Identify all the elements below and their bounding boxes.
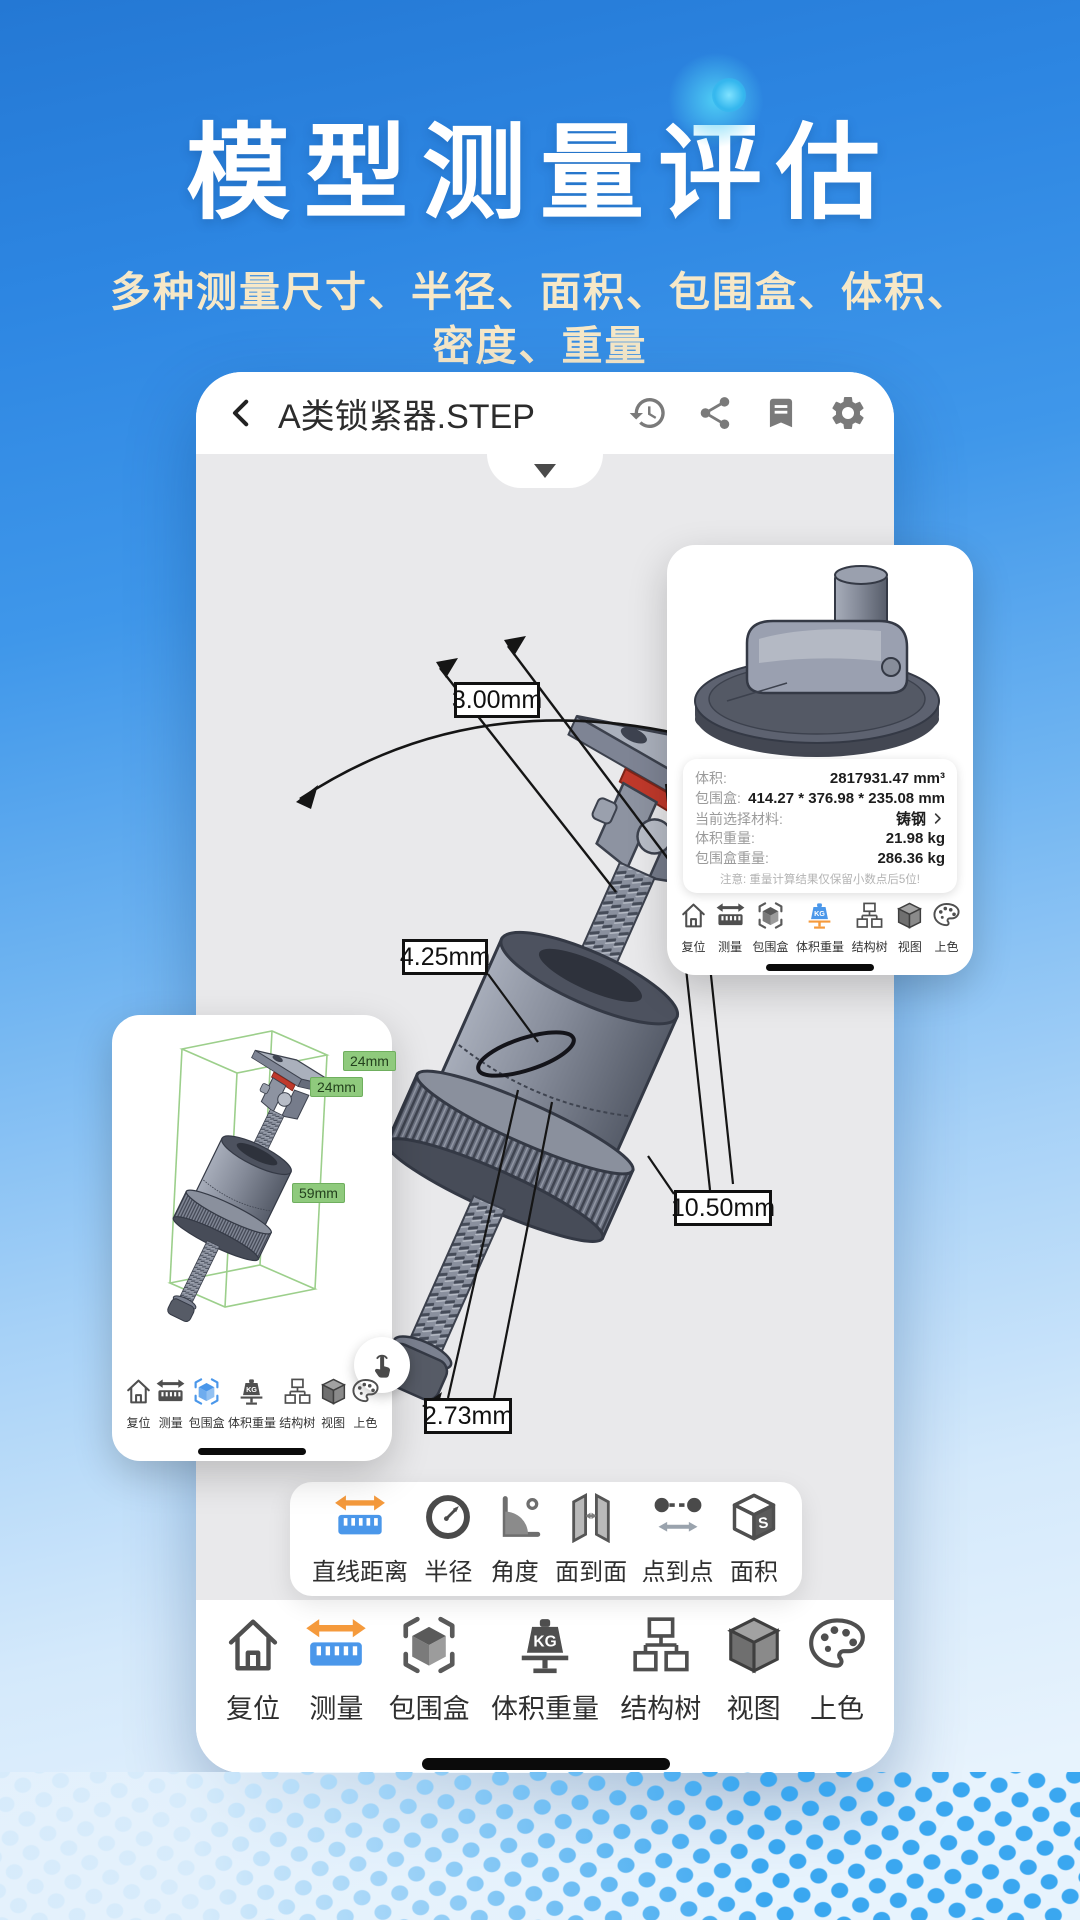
toolbar-item-color[interactable]: 上色 (351, 1377, 380, 1431)
measurement-label: 2.73mm (423, 1398, 513, 1434)
toolbar-item-measure[interactable]: 测量 (716, 901, 745, 955)
palette-icon (351, 1377, 380, 1411)
toolbar-item-bounding-box[interactable]: 包围盒 (189, 1377, 225, 1431)
collapse-handle[interactable] (487, 454, 603, 488)
palette-icon (806, 1614, 868, 1681)
toolbar-item-structure-tree[interactable]: 结构树 (279, 1377, 315, 1431)
bounding-box-icon (192, 1377, 221, 1411)
settings-icon[interactable] (828, 393, 868, 433)
structure-tree-icon (630, 1614, 692, 1681)
kg-weight-icon (514, 1614, 576, 1681)
chevron-right-icon (930, 811, 945, 826)
home-indicator[interactable] (198, 1448, 306, 1455)
ruler-measure-icon (156, 1377, 185, 1411)
bbox-dim-label: 59mm (292, 1183, 345, 1203)
measurement-label: 4.25mm (400, 939, 490, 975)
toolbar-item-view[interactable]: 视图 (723, 1614, 785, 1726)
toolbar-item-bounding-box[interactable]: 包围盒 (389, 1614, 470, 1726)
tool-linear-distance[interactable]: 直线距离 (312, 1491, 408, 1587)
stat-row-bounding-box: 包围盒: 414.27 * 376.98 * 235.08 mm (695, 790, 945, 807)
overlay-toolbar: 复位 测量 包围盒 体积重量 结构树 视图 上色 (679, 901, 961, 955)
toolbar-item-reset[interactable]: 复位 (222, 1614, 284, 1726)
hero-section: 模型测量评估 多种测量尺寸、半径、面积、包围盒、体积、 密度、重量 (0, 0, 1080, 373)
bounding-box-icon (398, 1614, 460, 1681)
promo-screenshot: KG (0, 0, 1080, 1920)
stat-row-volume: 体积: 2817931.47 mm³ (695, 770, 945, 787)
toolbar-item-color[interactable]: 上色 (932, 901, 961, 955)
view-cube-icon (319, 1377, 348, 1411)
linear-distance-icon (334, 1491, 386, 1548)
home-icon (222, 1614, 284, 1681)
back-button[interactable] (222, 393, 262, 433)
stat-row-volume-weight: 体积重量: 21.98 kg (695, 830, 945, 847)
bottom-toolbar-section: 复位 测量 包围盒 体积重量 结构树 视图 上色 (196, 1600, 894, 1773)
stat-row-material[interactable]: 当前选择材料: 铸钢 (695, 808, 945, 828)
angle-icon (489, 1491, 541, 1548)
decor-halftone-pattern (0, 1772, 1080, 1920)
radius-icon (422, 1491, 474, 1548)
bbox-dim-label: 24mm (343, 1051, 396, 1071)
viewer-header: A类锁紧器.STEP (196, 372, 894, 454)
file-title: A类锁紧器.STEP (278, 397, 535, 436)
hero-subtitle-line2: 密度、重量 (432, 323, 648, 370)
touch-icon (367, 1350, 397, 1380)
view-cube-icon (723, 1614, 785, 1681)
point-to-point-icon (652, 1491, 704, 1548)
kg-weight-icon (237, 1377, 266, 1411)
tool-area[interactable]: 面积 (728, 1491, 780, 1587)
measurement-label: 10.50mm (671, 1190, 775, 1226)
structure-tree-icon (855, 901, 884, 935)
ruler-measure-icon (305, 1614, 367, 1681)
toolbar-item-reset[interactable]: 复位 (124, 1377, 153, 1431)
home-icon (679, 901, 708, 935)
stats-card: 体积: 2817931.47 mm³ 包围盒: 414.27 * 376.98 … (683, 759, 957, 893)
stat-row-bbox-weight: 包围盒重量: 286.36 kg (695, 850, 945, 867)
toolbar-item-volume-weight[interactable]: 体积重量 (796, 901, 844, 955)
toolbar-item-measure[interactable]: 测量 (156, 1377, 185, 1431)
toolbar-item-color[interactable]: 上色 (806, 1614, 868, 1726)
home-indicator[interactable] (766, 964, 874, 971)
kg-weight-icon (805, 901, 834, 935)
tool-angle[interactable]: 角度 (489, 1491, 541, 1587)
stats-note: 注意: 重量计算结果仅保留小数点后5位! (720, 874, 920, 886)
hero-subtitle-line1: 多种测量尺寸、半径、面积、包围盒、体积、 (110, 269, 970, 315)
structure-tree-icon (283, 1377, 312, 1411)
toolbar-item-view[interactable]: 视图 (319, 1377, 348, 1431)
volume-weight-overlay: 体积: 2817931.47 mm³ 包围盒: 414.27 * 376.98 … (667, 545, 973, 975)
view-cube-icon (895, 901, 924, 935)
overlay-toolbar: 复位 测量 包围盒 体积重量 结构树 视图 上色 (124, 1377, 380, 1431)
toolbar-item-volume-weight[interactable]: 体积重量 (491, 1614, 599, 1726)
toolbar-item-view[interactable]: 视图 (895, 901, 924, 955)
hero-title: 模型测量评估 (185, 116, 894, 232)
toolbar-item-measure[interactable]: 测量 (305, 1614, 367, 1726)
overlay-3d-model[interactable] (667, 551, 973, 763)
home-icon (124, 1377, 153, 1411)
face-to-face-icon (565, 1491, 617, 1548)
tool-face-to-face[interactable]: 面到面 (555, 1491, 627, 1587)
chevron-down-icon (534, 464, 556, 478)
toolbar-item-bounding-box[interactable]: 包围盒 (752, 901, 788, 955)
tool-point-to-point[interactable]: 点到点 (642, 1491, 714, 1587)
toolbar-item-volume-weight[interactable]: 体积重量 (228, 1377, 276, 1431)
measure-tools-bar: 直线距离 半径 角度 面到面 点到点 面积 (290, 1482, 802, 1596)
toolbar-item-structure-tree[interactable]: 结构树 (620, 1614, 701, 1726)
tool-radius[interactable]: 半径 (422, 1491, 474, 1587)
measurement-label: 3.00mm (452, 682, 542, 718)
history-icon[interactable] (628, 393, 668, 433)
hero-subtitle: 多种测量尺寸、半径、面积、包围盒、体积、 密度、重量 (0, 265, 1080, 373)
bounding-box-icon (756, 901, 785, 935)
bounding-box-overlay: 24mm 24mm 59mm 复位 测量 包围盒 体积重量 结构树 视图 上色 (112, 1015, 410, 1461)
palette-icon (932, 901, 961, 935)
bookmark-icon[interactable] (762, 394, 800, 432)
toolbar-item-reset[interactable]: 复位 (679, 901, 708, 955)
toolbar-item-structure-tree[interactable]: 结构树 (852, 901, 888, 955)
bbox-dim-label: 24mm (310, 1077, 363, 1097)
share-icon[interactable] (696, 394, 734, 432)
area-icon (728, 1491, 780, 1548)
main-toolbar: 复位 测量 包围盒 体积重量 结构树 视图 上色 (222, 1614, 868, 1726)
ruler-measure-icon (716, 901, 745, 935)
home-indicator[interactable] (422, 1758, 670, 1770)
